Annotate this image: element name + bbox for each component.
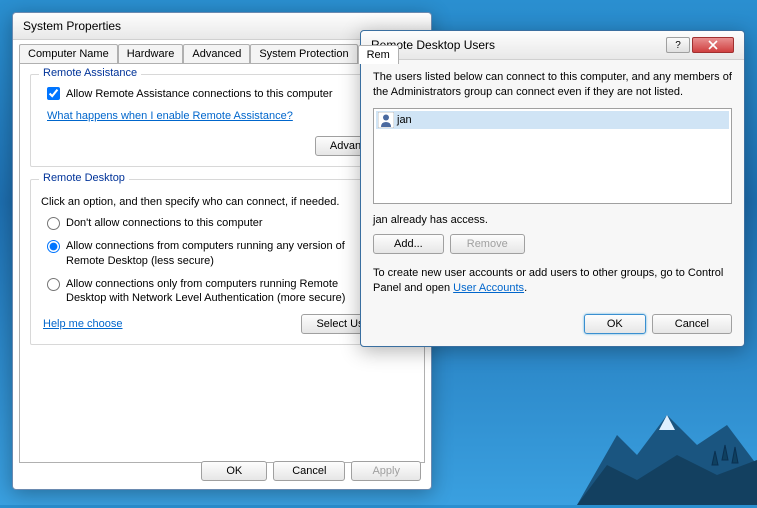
remote-assistance-help-link[interactable]: What happens when I enable Remote Assist…	[47, 110, 293, 122]
sysprops-title: System Properties	[23, 19, 121, 33]
user-icon	[378, 112, 394, 128]
rdu-description: The users listed below can connect to th…	[373, 70, 732, 100]
sysprops-ok-button[interactable]: OK	[201, 461, 267, 481]
list-item[interactable]: jan	[376, 111, 729, 129]
close-icon[interactable]	[692, 37, 734, 53]
rdu-user-listbox[interactable]: jan	[373, 108, 732, 204]
allow-remote-assistance-checkbox[interactable]	[47, 87, 60, 100]
remote-assistance-group: Remote Assistance Allow Remote Assistanc…	[30, 74, 414, 167]
remote-desktop-instruction: Click an option, and then specify who ca…	[41, 196, 403, 208]
rdu-hint: To create new user accounts or add users…	[373, 266, 732, 297]
help-icon[interactable]: ?	[666, 37, 690, 53]
rd-option-any-version-label: Allow connections from computers running…	[66, 239, 376, 269]
remote-desktop-title: Remote Desktop	[39, 172, 129, 184]
allow-remote-assistance-label: Allow Remote Assistance connections to t…	[66, 88, 333, 100]
rd-option-dont-allow-radio[interactable]	[47, 217, 60, 230]
help-me-choose-link[interactable]: Help me choose	[43, 318, 123, 330]
rdu-cancel-button[interactable]: Cancel	[652, 314, 732, 334]
rdu-titlebar[interactable]: Remote Desktop Users ?	[361, 31, 744, 60]
tab-hardware[interactable]: Hardware	[118, 44, 184, 63]
rd-option-any-version-radio[interactable]	[47, 240, 60, 253]
tab-computer-name[interactable]: Computer Name	[19, 44, 118, 63]
tab-advanced[interactable]: Advanced	[183, 44, 250, 63]
remote-desktop-group: Remote Desktop Click an option, and then…	[30, 179, 414, 345]
remove-button: Remove	[450, 234, 525, 254]
sysprops-button-row: OK Cancel Apply	[201, 461, 421, 481]
rd-option-dont-allow-label: Don't allow connections to this computer	[66, 216, 263, 231]
desktop-wallpaper-mountain	[577, 385, 757, 505]
rd-option-nla-radio[interactable]	[47, 278, 60, 291]
rdu-ok-button[interactable]: OK	[584, 314, 646, 334]
tab-remote[interactable]: Rem	[358, 45, 399, 64]
sysprops-cancel-button[interactable]: Cancel	[273, 461, 345, 481]
list-item-label: jan	[397, 114, 412, 126]
rdu-status: jan already has access.	[373, 214, 732, 226]
remote-desktop-users-dialog: Remote Desktop Users ? The users listed …	[360, 30, 745, 347]
add-button[interactable]: Add...	[373, 234, 444, 254]
remote-assistance-title: Remote Assistance	[39, 67, 141, 79]
tab-system-protection[interactable]: System Protection	[250, 44, 357, 63]
user-accounts-link[interactable]: User Accounts	[453, 282, 524, 294]
sysprops-apply-button: Apply	[351, 461, 421, 481]
rd-option-nla-label: Allow connections only from computers ru…	[66, 277, 376, 307]
